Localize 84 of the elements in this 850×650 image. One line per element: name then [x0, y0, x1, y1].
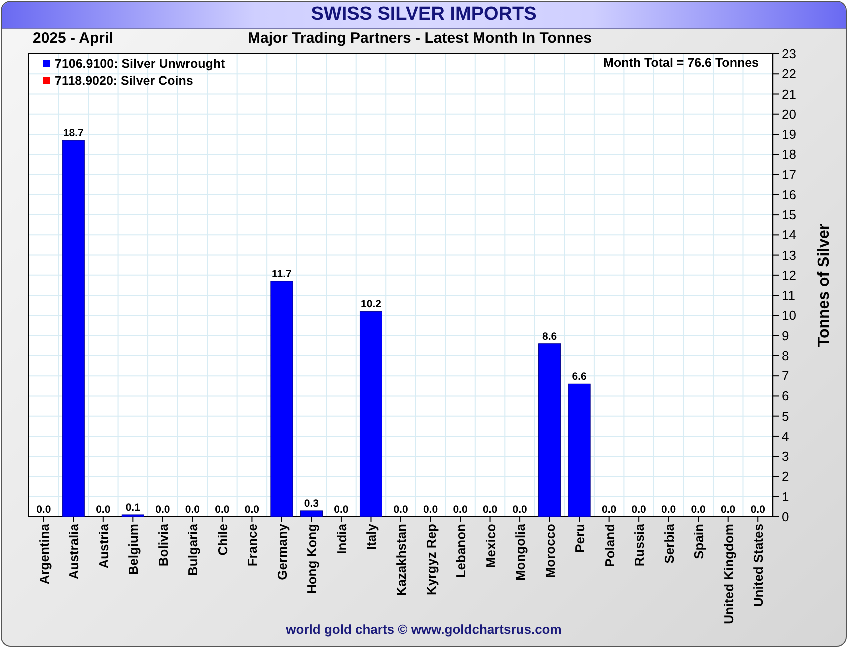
category-label: Poland	[602, 524, 618, 568]
value-label: 0.0	[662, 504, 676, 516]
category-label: Argentina	[36, 524, 52, 585]
axis-label: 9	[782, 328, 790, 344]
value-label: 0.0	[721, 504, 736, 516]
value-label: 0.0	[423, 504, 438, 516]
category-label: Mexico	[483, 524, 498, 568]
category-label: Peru	[572, 524, 588, 553]
category-label: Mongolia	[513, 524, 528, 582]
month-total-label: Month Total = 76.6 Tonnes	[604, 56, 759, 70]
category-label: Chile	[215, 524, 230, 556]
value-label: 0.0	[215, 504, 230, 516]
legend-label: 7106.9100: Silver Unwrought	[55, 57, 226, 71]
axis-label: 16	[782, 187, 796, 202]
axis-label: 22	[782, 66, 796, 82]
category-label: Kyrgyz Rep	[424, 524, 439, 596]
category-label: United States	[751, 524, 766, 608]
axis-label: 21	[782, 86, 796, 102]
category-label: Italy	[364, 524, 380, 550]
value-label: 0.0	[96, 504, 111, 516]
category-label: Germany	[274, 524, 290, 580]
axis-label: 6	[782, 388, 790, 404]
chart-title: SWISS SILVER IMPORTS	[2, 2, 846, 29]
axis-label: 4	[782, 428, 790, 444]
category-label: Spain	[692, 524, 707, 560]
value-label: 0.0	[602, 504, 617, 516]
value-label: 0.0	[36, 504, 52, 516]
axis-label: 18	[782, 147, 796, 162]
category-label: Bolivia	[156, 524, 171, 567]
axis-label: 2	[782, 469, 790, 484]
axis-label: 8	[782, 348, 790, 364]
value-label: 11.7	[272, 268, 292, 280]
category-label: India	[334, 524, 350, 554]
axis-label: 13	[782, 248, 796, 263]
bar	[122, 514, 144, 518]
category-label: Morocco	[542, 524, 558, 578]
value-label: 0.0	[334, 504, 349, 516]
value-label: 6.6	[572, 371, 587, 384]
value-label: 0.0	[482, 504, 498, 516]
value-label: 0.0	[453, 504, 468, 516]
value-label: 0.0	[512, 504, 528, 516]
category-label: United Kingdom	[721, 524, 736, 624]
category-label: Bulgaria	[186, 524, 201, 576]
axis-label: 1	[782, 489, 790, 504]
value-label: 0.0	[185, 504, 200, 516]
category-label: Kazakhstan	[394, 524, 409, 596]
value-label: 0.3	[304, 498, 320, 510]
axis-label: 12	[782, 268, 796, 283]
period-label: 2025 - April	[33, 30, 114, 46]
value-label: 8.6	[542, 330, 558, 343]
category-label: Russia	[632, 524, 648, 567]
category-label: France	[245, 524, 260, 567]
value-label: 0.0	[632, 504, 646, 516]
value-label: 0.0	[244, 504, 260, 516]
footer-credit: world gold charts © www.goldchartsrus.com	[286, 622, 562, 637]
axis-label: 7	[782, 368, 790, 384]
value-label: 0.1	[126, 502, 140, 514]
axis-label: 17	[782, 167, 796, 182]
category-label: Hong Kong	[304, 524, 320, 594]
axis-label: 11	[782, 288, 796, 304]
axis-title: Tonnes of Silver	[816, 224, 833, 348]
value-label: 0.0	[394, 504, 408, 516]
value-label: 0.0	[691, 504, 706, 516]
axis-label: 5	[782, 408, 790, 424]
axis-label: 20	[782, 106, 796, 122]
legend-label: 7118.9020: Silver Coins	[55, 74, 194, 88]
category-label: Serbia	[662, 524, 677, 564]
category-label: Australia	[66, 524, 82, 580]
axis-label: 23	[782, 46, 796, 62]
value-label: 0.0	[156, 504, 170, 516]
axis-label: 3	[782, 449, 790, 464]
value-label: 18.7	[63, 128, 84, 140]
category-label: Austria	[96, 524, 112, 569]
axis-label: 0	[782, 510, 790, 524]
category-label: Lebanon	[454, 524, 469, 578]
axis-label: 10	[782, 308, 796, 324]
value-label: 0.0	[750, 504, 766, 516]
axis-label: 14	[782, 228, 796, 243]
value-label: 10.2	[361, 298, 382, 311]
axis-label: 19	[782, 127, 796, 142]
chart-subtitle: Major Trading Partners - Latest Month In Tonnes	[248, 30, 592, 46]
category-label: Belgium	[126, 524, 142, 576]
axis-label: 15	[782, 208, 796, 223]
bar	[300, 510, 323, 518]
